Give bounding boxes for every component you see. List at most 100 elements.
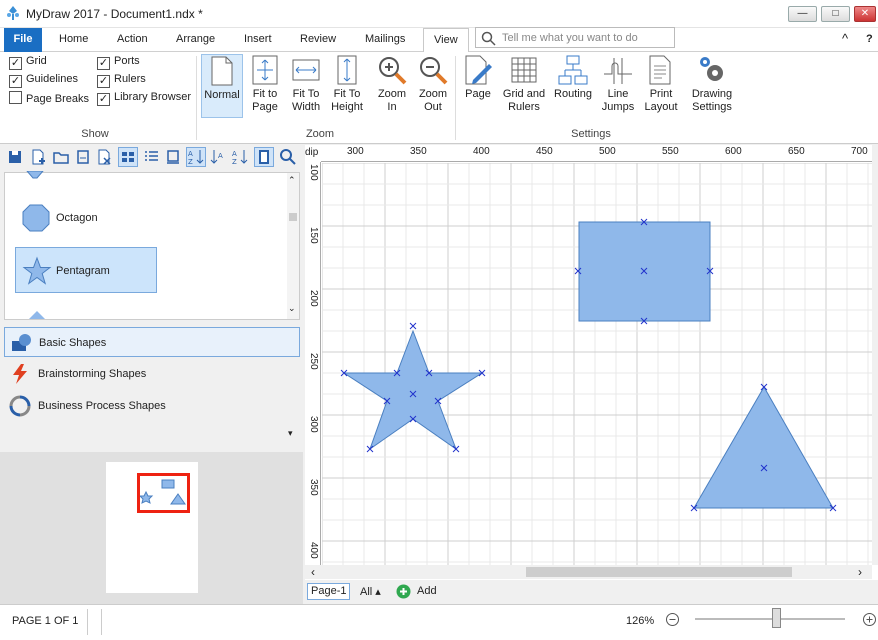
- vertical-scrollbar[interactable]: [872, 145, 878, 565]
- ruler-tick-label: 300: [347, 146, 364, 157]
- grid-checkbox[interactable]: ✓ Grid: [9, 55, 47, 70]
- tab-review[interactable]: Review: [290, 28, 346, 52]
- ruler-tick-label: 650: [788, 146, 805, 157]
- line-jumps-button[interactable]: Line Jumps: [600, 54, 636, 114]
- horizontal-scrollbar[interactable]: ‹ ›: [305, 565, 872, 579]
- zoom-slider-thumb[interactable]: [772, 608, 781, 628]
- print-layout-label-1: Print: [649, 88, 673, 100]
- fit-page-label-1: Fit to: [252, 88, 278, 100]
- icon-view-icon[interactable]: [118, 147, 138, 167]
- zoom-in-label-2: In: [387, 101, 397, 113]
- show-group-label: Show: [81, 128, 109, 140]
- tab-file[interactable]: File: [4, 28, 42, 52]
- close-button[interactable]: ✕: [854, 6, 876, 22]
- scroll-thumb[interactable]: [289, 213, 297, 221]
- tell-me-input[interactable]: Tell me what you want to do: [475, 27, 675, 48]
- search-library-icon[interactable]: [279, 148, 297, 166]
- library-browser-checkbox[interactable]: ✓ Library Browser: [97, 91, 191, 106]
- library-menu-arrow-icon[interactable]: ▾: [288, 428, 293, 439]
- pentagram-icon: [22, 256, 52, 285]
- ribbon: ✓ Grid ✓ Guidelines Page Breaks ✓ Ports ✓ Ru…: [0, 52, 878, 144]
- add-page-label[interactable]: Add: [417, 585, 437, 597]
- drawing-settings-button[interactable]: Drawing Settings: [689, 54, 735, 114]
- book-icon[interactable]: [254, 147, 274, 167]
- basic-shapes-icon: [12, 334, 31, 351]
- details-view-icon[interactable]: [164, 148, 182, 166]
- vertical-ruler: 100 150 200 250 300 350 400: [305, 162, 321, 565]
- normal-view-button[interactable]: Normal: [201, 54, 243, 118]
- pentagram-shape[interactable]: [342, 329, 484, 451]
- minimize-button[interactable]: —: [788, 6, 817, 22]
- library-basic-shapes[interactable]: Basic Shapes: [4, 327, 300, 357]
- library-brainstorming[interactable]: Brainstorming Shapes: [4, 359, 300, 389]
- chevron-up-icon[interactable]: ⌃: [288, 175, 296, 186]
- sort-za-icon[interactable]: AZ: [231, 148, 249, 166]
- add-page-icon[interactable]: [396, 584, 411, 599]
- search-icon: [481, 31, 496, 46]
- svg-text:A: A: [218, 152, 223, 160]
- shape-item-pentagram[interactable]: Pentagram: [15, 247, 157, 293]
- list-view-icon[interactable]: [142, 148, 160, 166]
- fit-to-height-button[interactable]: Fit To Height: [329, 54, 365, 114]
- tab-insert[interactable]: Insert: [234, 28, 282, 52]
- tab-view[interactable]: View: [423, 28, 469, 53]
- ports-checkbox[interactable]: ✓ Ports: [97, 55, 140, 70]
- tab-arrange[interactable]: Arrange: [166, 28, 225, 52]
- zoom-in-small-icon[interactable]: [862, 612, 877, 627]
- overview-page[interactable]: [106, 462, 198, 593]
- all-pages-dropdown[interactable]: All ▴: [360, 585, 381, 598]
- svg-text:A: A: [188, 150, 193, 158]
- ruler-tick-label: 100: [308, 164, 319, 181]
- grid-and-rulers-button[interactable]: Grid and Rulers: [500, 54, 548, 114]
- shape-list-scrollbar[interactable]: ⌃ ⌄: [287, 173, 299, 319]
- help-button[interactable]: ?: [856, 28, 878, 52]
- new-library-icon[interactable]: [29, 148, 47, 166]
- page-icon: [211, 56, 233, 86]
- page-edit-icon: [465, 55, 492, 85]
- shape-list[interactable]: Octagon Pentagram ⌃ ⌄: [4, 171, 300, 320]
- library-browser-label: Library Browser: [114, 91, 192, 103]
- ribbon-collapse-button[interactable]: ^: [832, 28, 858, 52]
- brainstorming-label: Brainstorming Shapes: [38, 368, 147, 380]
- print-layout-button[interactable]: Print Layout: [640, 54, 682, 114]
- h-scroll-thumb[interactable]: [526, 567, 792, 577]
- page-settings-button[interactable]: Page: [462, 54, 494, 101]
- shape-item-octagon[interactable]: Octagon: [15, 195, 157, 241]
- delete-library-icon[interactable]: [95, 148, 113, 166]
- fit-height-label-1: Fit To: [333, 88, 361, 100]
- tab-action[interactable]: Action: [107, 28, 158, 52]
- chevron-down-icon[interactable]: ⌄: [288, 303, 296, 314]
- print-layout-icon: [649, 55, 671, 85]
- routing-button[interactable]: Routing: [553, 54, 593, 101]
- scroll-left-icon[interactable]: ‹: [311, 565, 315, 579]
- open-folder-icon[interactable]: [52, 148, 70, 166]
- fit-to-width-button[interactable]: Fit To Width: [289, 54, 323, 114]
- port-marker: [452, 445, 460, 453]
- fit-to-page-button[interactable]: Fit to Page: [248, 54, 282, 114]
- scroll-right-icon[interactable]: ›: [858, 565, 862, 579]
- line-jumps-label-1: Line: [607, 88, 629, 100]
- page-breaks-checkbox[interactable]: Page Breaks: [9, 91, 89, 105]
- library-business-process[interactable]: Business Process Shapes: [4, 391, 300, 421]
- divider: [455, 56, 456, 140]
- zoom-slider-track[interactable]: [695, 618, 845, 620]
- triangle-shape[interactable]: [693, 385, 834, 509]
- normal-label: Normal: [204, 89, 240, 101]
- svg-text:A: A: [232, 150, 237, 158]
- page-tab[interactable]: Page-1: [307, 583, 351, 600]
- drawing-canvas[interactable]: [322, 163, 872, 565]
- tab-mailings[interactable]: Mailings: [355, 28, 415, 52]
- sort-az-icon[interactable]: AZ: [186, 147, 206, 167]
- save-library-icon[interactable]: [74, 148, 92, 166]
- rulers-checkbox[interactable]: ✓ Rulers: [97, 73, 146, 88]
- maximize-button[interactable]: □: [821, 6, 850, 22]
- save-icon[interactable]: [6, 148, 24, 166]
- tab-home[interactable]: Home: [49, 28, 98, 52]
- zoom-in-button[interactable]: Zoom In: [374, 54, 410, 114]
- zoom-out-button[interactable]: Zoom Out: [415, 54, 451, 114]
- sort-desc-icon[interactable]: A: [209, 148, 227, 166]
- zoom-out-small-icon[interactable]: [665, 612, 680, 627]
- library-list: Basic Shapes Brainstorming Shapes Busine…: [4, 324, 300, 452]
- guidelines-checkbox[interactable]: ✓ Guidelines: [9, 73, 78, 88]
- page-label: Page: [465, 88, 491, 100]
